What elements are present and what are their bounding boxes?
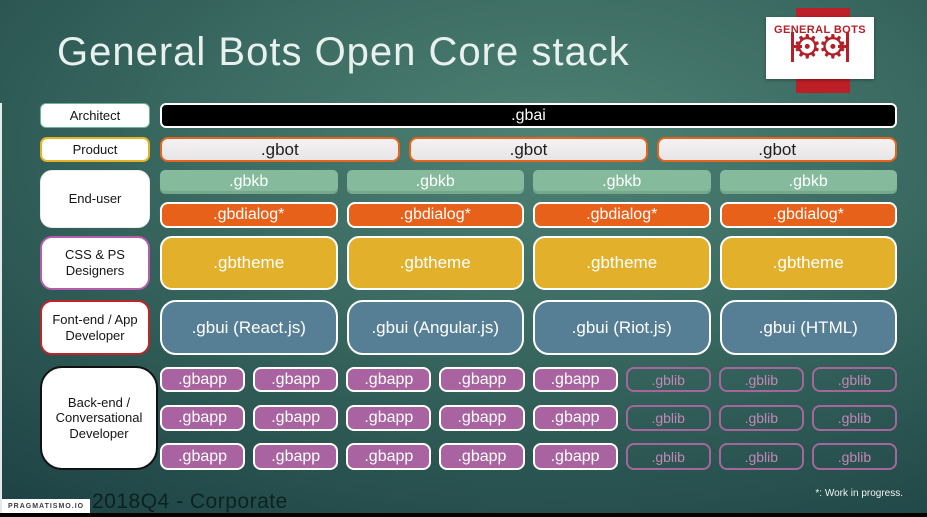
box-gbapp: .gbapp: [160, 443, 246, 470]
box-gbapp: .gbapp: [346, 367, 432, 392]
box-gblib: .gblib: [718, 443, 804, 470]
box-gbapp: .gbapp: [532, 367, 618, 392]
box-gbapp: .gbapp: [346, 443, 432, 470]
box-gbapp: .gbapp: [439, 443, 525, 470]
box-gbapp: .gbapp: [253, 367, 339, 392]
row-gbapp-2: .gbapp .gbapp .gbapp .gbapp .gbapp .gbli…: [160, 405, 897, 431]
box-gbapp: .gbapp: [160, 405, 246, 431]
box-gbtheme: .gbtheme: [160, 236, 338, 290]
gear-bar-right-icon: [837, 32, 849, 62]
left-edge-line: [0, 103, 2, 513]
page-title: General Bots Open Core stack: [57, 30, 630, 74]
row-gbapp-3: .gbapp .gbapp .gbapp .gbapp .gbapp .gbli…: [160, 443, 897, 470]
slide-canvas: General Bots Open Core stack GENERAL BOT…: [0, 0, 927, 517]
row-label-product: Product: [40, 137, 150, 162]
gear-bar-left-icon: [791, 32, 803, 62]
row-label-backend-conversational-developer: Back-end / Conversational Developer: [40, 366, 158, 470]
bottom-edge-bar: [0, 513, 927, 517]
row-label-end-user: End-user: [40, 170, 150, 228]
box-gbapp: .gbapp: [532, 405, 618, 431]
box-gbapp: .gbapp: [532, 443, 618, 470]
box-gbdialog: .gbdialog*: [160, 202, 338, 228]
box-gbkb: .gbkb: [346, 170, 524, 194]
box-gbot: .gbot: [657, 137, 898, 162]
general-bots-logo: GENERAL BOTS ⚙ ⚙: [766, 17, 874, 79]
box-gbapp: .gbapp: [439, 367, 525, 392]
row-label-architect: Architect: [40, 103, 150, 128]
box-gbdialog: .gbdialog*: [719, 202, 897, 228]
row-label-css-ps-designers: CSS & PS Designers: [40, 236, 150, 290]
box-gblib: .gblib: [811, 443, 897, 470]
box-gbapp: .gbapp: [253, 405, 339, 431]
box-gbtheme: .gbtheme: [346, 236, 524, 290]
box-gbapp: .gbapp: [439, 405, 525, 431]
box-gbtheme: .gbtheme: [533, 236, 711, 290]
box-gbdialog: .gbdialog*: [533, 202, 711, 228]
box-gbapp: .gbapp: [346, 405, 432, 431]
gears-icon: ⚙ ⚙: [791, 30, 849, 63]
box-gblib: .gblib: [718, 367, 804, 392]
work-in-progress-footnote: *: Work in progress.: [815, 488, 903, 499]
box-gbtheme: .gbtheme: [719, 236, 897, 290]
box-gbapp: .gbapp: [253, 443, 339, 470]
row-gbkb: .gbkb .gbkb .gbkb .gbkb: [160, 170, 897, 194]
row-gbui: .gbui (React.js) .gbui (Angular.js) .gbu…: [160, 300, 897, 355]
slide-edition-text: 2018Q4 - Corporate: [92, 490, 288, 513]
row-gbdialog: .gbdialog* .gbdialog* .gbdialog* .gbdial…: [160, 202, 897, 228]
row-gbtheme: .gbtheme .gbtheme .gbtheme .gbtheme: [160, 236, 897, 290]
box-gbapp: .gbapp: [160, 367, 246, 392]
box-gbkb: .gbkb: [719, 170, 897, 194]
box-gbkb: .gbkb: [160, 170, 338, 194]
box-gbui-html: .gbui (HTML): [719, 300, 897, 355]
row-gbai: .gbai: [160, 103, 897, 128]
row-gbapp-1: .gbapp .gbapp .gbapp .gbapp .gbapp .gbli…: [160, 367, 897, 392]
box-gbui-react: .gbui (React.js): [160, 300, 338, 355]
box-gbkb: .gbkb: [533, 170, 711, 194]
box-gblib: .gblib: [811, 405, 897, 431]
box-gbui-riot: .gbui (Riot.js): [533, 300, 711, 355]
row-label-frontend-app-developer: Font-end / App Developer: [40, 300, 150, 355]
box-gbai: .gbai: [160, 103, 897, 128]
row-gbot: .gbot .gbot .gbot: [160, 137, 898, 162]
box-gblib: .gblib: [718, 405, 804, 431]
box-gbot: .gbot: [160, 137, 400, 162]
box-gbui-angular: .gbui (Angular.js): [346, 300, 524, 355]
box-gblib: .gblib: [625, 443, 711, 470]
box-gblib: .gblib: [625, 405, 711, 431]
box-gbot: .gbot: [408, 137, 649, 162]
box-gbdialog: .gbdialog*: [346, 202, 524, 228]
box-gblib: .gblib: [625, 367, 711, 392]
box-gblib: .gblib: [811, 367, 897, 392]
vendor-logo-badge: PRAGMATISMO.IO: [2, 499, 91, 514]
